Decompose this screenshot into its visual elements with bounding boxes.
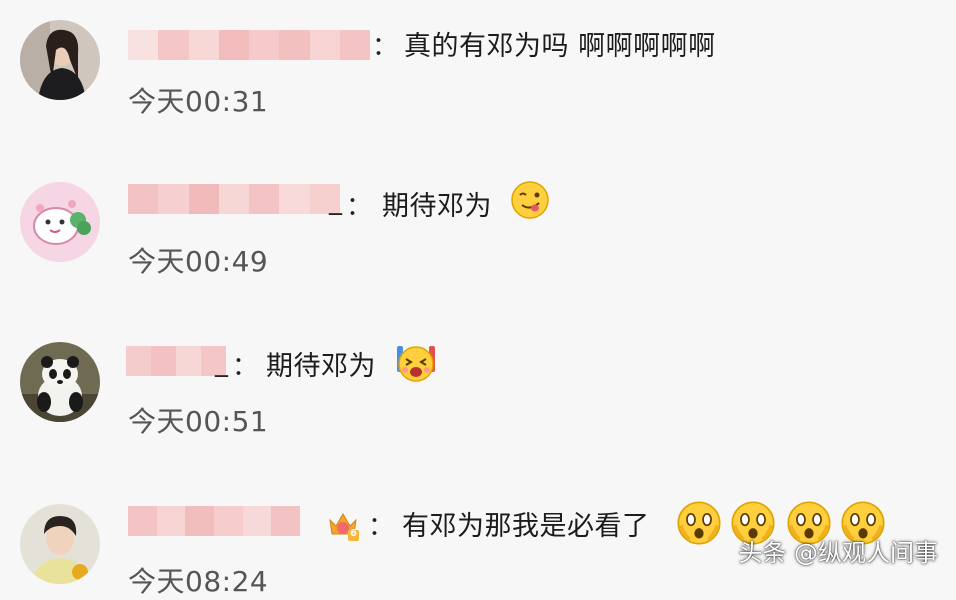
username-blurred[interactable]: _: [128, 184, 342, 216]
separator: ：: [232, 352, 259, 382]
username-blurred[interactable]: [128, 30, 370, 60]
separator: ：: [372, 32, 399, 62]
comment-time: 今天08:24: [128, 565, 269, 598]
username-suffix: _: [329, 186, 342, 216]
watermark: 头条 @纵观人间事: [738, 539, 938, 567]
username-blurred[interactable]: _: [126, 346, 228, 378]
username-suffix: _: [215, 348, 228, 378]
comment-item: ： 真的有邓为吗 啊啊啊啊啊 今天00:31: [0, 0, 956, 160]
man-portrait-icon: [20, 504, 100, 584]
yum-emoji-icon: [510, 180, 550, 220]
comment-time: 今天00:31: [128, 85, 269, 118]
badge-level: 6: [350, 528, 357, 539]
comment-text: 期待邓为: [266, 351, 376, 382]
avatar[interactable]: [20, 504, 100, 584]
crown-badge-icon: 6: [326, 508, 360, 542]
avatar[interactable]: [20, 342, 100, 422]
avatar[interactable]: [20, 182, 100, 262]
separator: ：: [346, 192, 373, 222]
separator: ：: [368, 512, 395, 542]
avatar[interactable]: [20, 20, 100, 100]
comment-time: 今天00:51: [128, 405, 269, 438]
pink-cartoon-icon: [20, 182, 100, 262]
comment-text: 期待邓为: [382, 191, 492, 222]
shocked-emoji-icon: [676, 500, 722, 546]
comment-text: 有邓为那我是必看了: [402, 511, 650, 542]
comment-item: _ ： 期待邓为 今天00:49: [0, 160, 956, 320]
woman-portrait-icon: [20, 20, 100, 100]
panda-icon: [20, 342, 100, 422]
username-blurred[interactable]: [128, 506, 301, 536]
comment-time: 今天00:49: [128, 245, 269, 278]
excited-emoji-icon: [394, 340, 438, 384]
comment-text: 真的有邓为吗 啊啊啊啊啊: [404, 31, 716, 62]
comment-item: _ ： 期待邓为 今天00:51: [0, 320, 956, 480]
